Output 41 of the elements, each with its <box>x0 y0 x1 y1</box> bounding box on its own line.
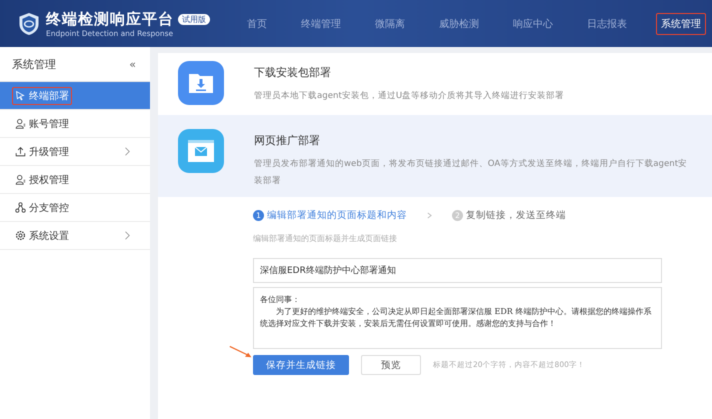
step-hint: 编辑部署通知的页面标题并生成页面链接 <box>253 233 398 244</box>
sidebar-item[interactable]: 账号管理 <box>0 110 150 138</box>
edition-badge: 试用版 <box>178 14 210 24</box>
sidebar-title: 系统管理 <box>12 56 56 72</box>
chevron-right-icon <box>124 147 130 156</box>
sidebar-item[interactable]: 授权管理 <box>0 166 150 194</box>
step-label: 编辑部署通知的页面标题和内容 <box>267 209 407 222</box>
nav-tab[interactable]: 终端管理 <box>296 12 346 34</box>
nav-tab[interactable]: 系统管理 <box>656 12 706 34</box>
deploy-method-card[interactable]: 网页推广部署 管理员发布部署通知的web页面，将发布页链接通过邮件、OA等方式发送至终端，终端用户自行下载agent安装部署 <box>158 115 712 197</box>
user-icon <box>15 118 26 129</box>
title-input[interactable]: 深信服EDR终端防护中心部署通知 <box>253 258 662 283</box>
sidebar-item[interactable]: 分支管控 <box>0 194 150 222</box>
shield-logo-icon <box>18 12 40 36</box>
preview-button[interactable]: 预览 <box>361 355 421 375</box>
nav-tab[interactable]: 首页 <box>242 12 272 34</box>
folder-download-icon <box>178 61 224 105</box>
nav-tab[interactable]: 响应中心 <box>508 12 558 34</box>
deploy-method-card[interactable]: 下载安装包部署 管理员本地下载agent安装包，通过U盘等移动介质将其导入终端进行安装部署 <box>158 53 712 115</box>
mail-window-icon <box>178 129 224 173</box>
method-title: 网页推广部署 <box>254 133 321 148</box>
save-generate-button[interactable]: 保存并生成链接 <box>253 355 349 375</box>
sidebar-item[interactable]: 系统设置 <box>0 222 150 250</box>
content-textarea[interactable]: 各位同事： 为了更好的维护终端安全，公司决定从即日起全面部署深信服 EDR 终端防护中心。请根据您的终端操作系统选择对应文件下载并安装，安装后无需任何设置即可使用。感谢您的支持与合作！ <box>253 287 662 349</box>
settings-icon <box>15 230 26 241</box>
app-title: 终端检测响应平台 <box>46 10 174 28</box>
nav-tab[interactable]: 威胁检测 <box>434 12 484 34</box>
nav-tab[interactable]: 微隔离 <box>370 12 410 34</box>
method-description: 管理员发布部署通知的web页面，将发布页链接通过邮件、OA等方式发送至终端，终端用户自行下载agent安装部署 <box>254 158 688 188</box>
chevron-right-icon <box>124 231 130 240</box>
step-label: 复制链接，发送至终端 <box>466 209 566 222</box>
method-title: 下载安装包部署 <box>254 65 332 80</box>
user-icon <box>15 174 26 185</box>
method-description: 管理员本地下载agent安装包，通过U盘等移动介质将其导入终端进行安装部署 <box>254 90 564 103</box>
branch-icon <box>15 202 26 213</box>
sidebar-item[interactable]: 终端部署 <box>0 82 150 110</box>
nav-tab[interactable]: 日志报表 <box>582 12 632 34</box>
sidebar-item[interactable]: 升级管理 <box>0 138 150 166</box>
upload-icon <box>15 146 26 157</box>
collapse-toggle[interactable]: « <box>129 58 136 70</box>
cursor-icon <box>15 90 26 101</box>
